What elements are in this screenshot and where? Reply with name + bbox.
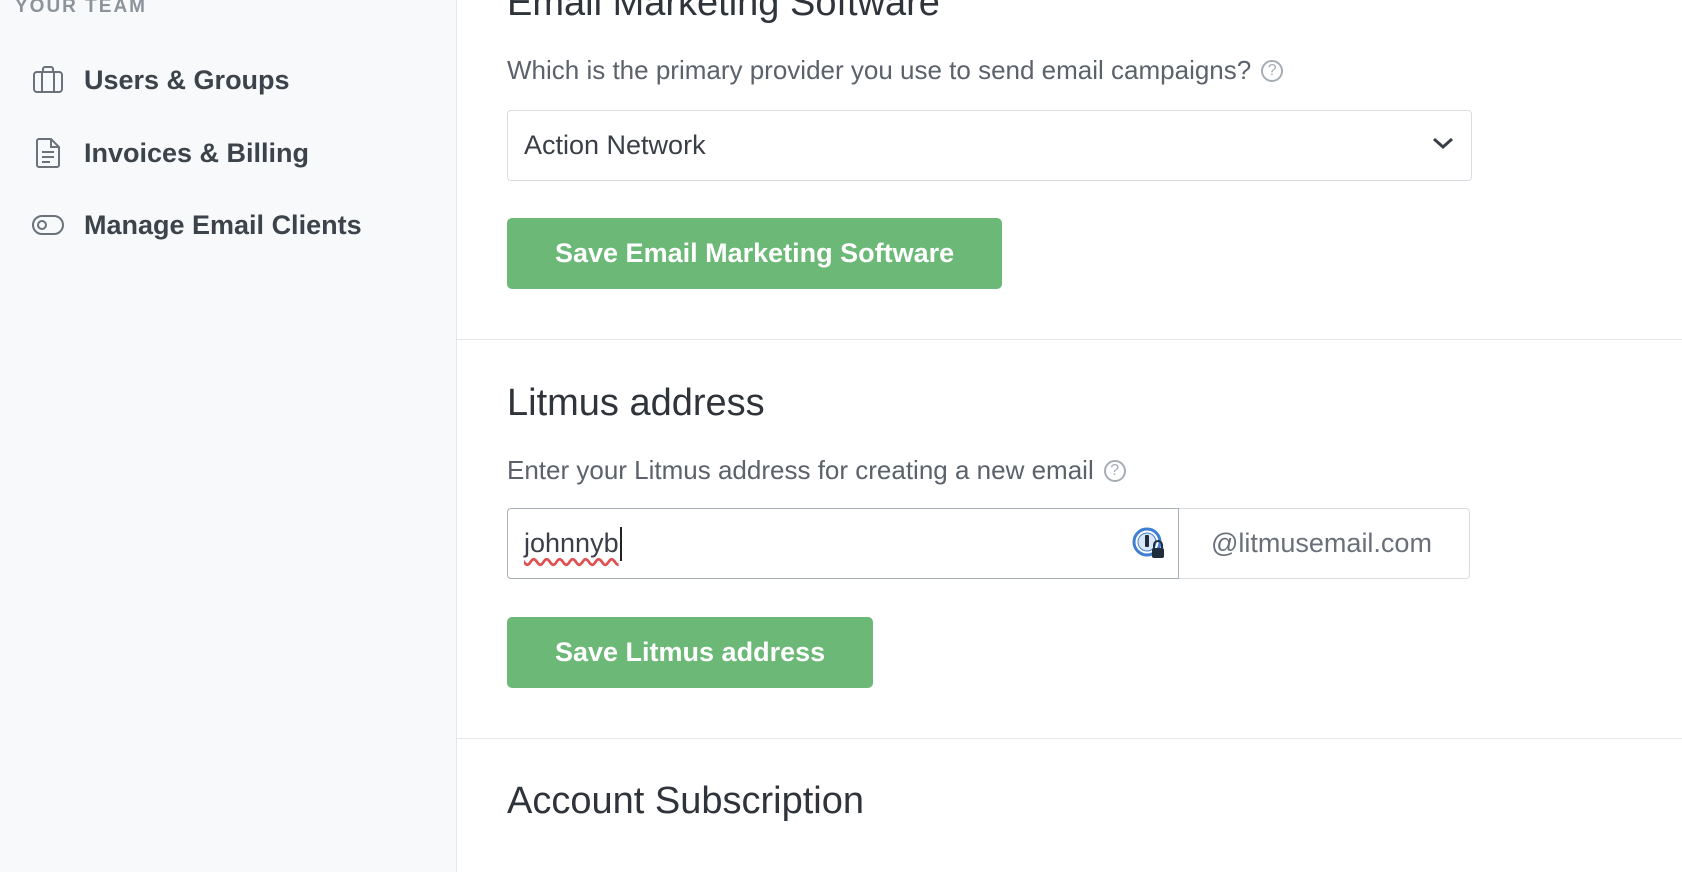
sidebar-heading: YOUR TEAM: [15, 0, 147, 17]
litmus-address-question: Enter your Litmus address for creating a…: [507, 455, 1126, 486]
settings-sidebar: YOUR TEAM Users & Groups Invoices & Bill…: [0, 0, 457, 872]
sidebar-item-invoices-billing[interactable]: Invoices & Billing: [32, 133, 309, 173]
email-marketing-question: Which is the primary provider you use to…: [507, 55, 1284, 86]
text-caret: [619, 526, 622, 561]
email-provider-select[interactable]: Action Network: [507, 110, 1472, 181]
save-email-marketing-button[interactable]: Save Email Marketing Software: [507, 218, 1003, 289]
litmus-address-input-group: johnnyb @litmusemail.com: [507, 508, 1470, 579]
password-manager-icon[interactable]: [1132, 527, 1166, 561]
help-icon[interactable]: ?: [1261, 59, 1284, 82]
question-text: Enter your Litmus address for creating a…: [507, 455, 1094, 485]
sidebar-item-label: Manage Email Clients: [84, 209, 362, 240]
sidebar-item-label: Users & Groups: [84, 64, 290, 95]
sidebar-item-users-groups[interactable]: Users & Groups: [32, 60, 290, 100]
selected-provider: Action Network: [524, 130, 706, 160]
litmus-address-input[interactable]: johnnyb: [507, 508, 1179, 579]
settings-main: Email Marketing Software Which is the pr…: [457, 0, 1682, 872]
save-litmus-address-button[interactable]: Save Litmus address: [507, 617, 874, 688]
toggle-icon: [32, 209, 64, 241]
domain-suffix: @litmusemail.com: [1179, 508, 1470, 579]
sidebar-item-label: Invoices & Billing: [84, 137, 310, 168]
document-icon: [32, 137, 64, 169]
section-divider: [457, 339, 1682, 340]
help-icon[interactable]: ?: [1103, 459, 1126, 482]
briefcase-icon: [32, 64, 64, 96]
section-divider: [457, 738, 1682, 739]
email-marketing-title: Email Marketing Software: [507, 0, 940, 24]
account-subscription-title: Account Subscription: [507, 780, 864, 822]
question-text: Which is the primary provider you use to…: [507, 55, 1252, 85]
chevron-down-icon: [1431, 135, 1455, 156]
sidebar-item-manage-email-clients[interactable]: Manage Email Clients: [32, 205, 362, 245]
input-value: johnnyb: [524, 528, 619, 558]
litmus-address-title: Litmus address: [507, 382, 765, 424]
